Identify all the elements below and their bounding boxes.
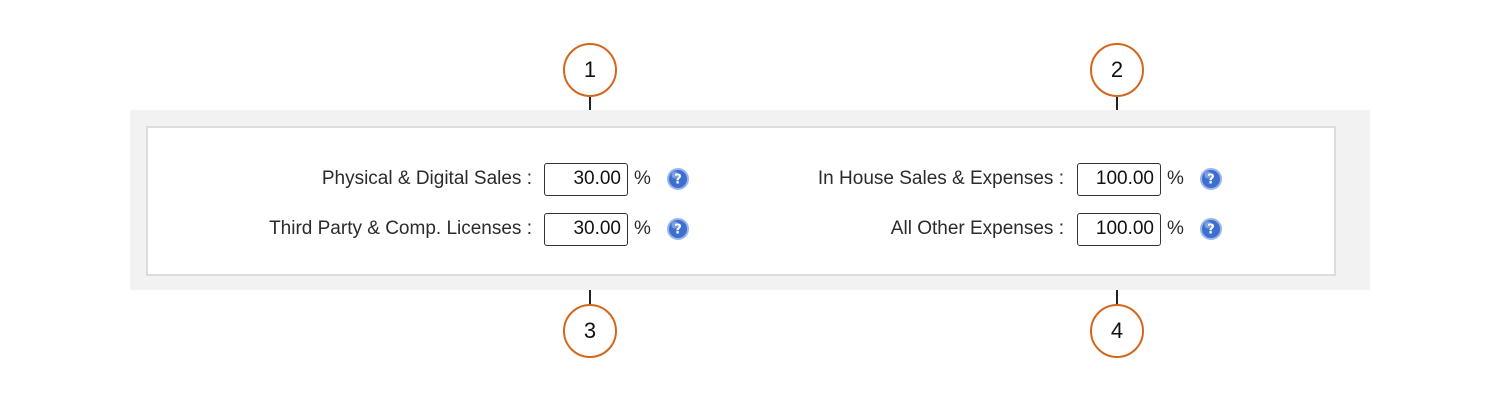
all-other-expenses-label: All Other Expenses : [890, 218, 1064, 239]
all-other-expenses-row: All Other Expenses : % ? [748, 212, 1222, 246]
third-party-licenses-input[interactable] [544, 212, 628, 246]
callout-1: 1 [563, 43, 617, 97]
svg-text:?: ? [1207, 223, 1215, 238]
all-other-expenses-input[interactable] [1077, 212, 1161, 246]
percent-unit: % [1167, 168, 1184, 189]
physical-digital-sales-label: Physical & Digital Sales : [321, 168, 532, 189]
help-icon[interactable]: ? [1199, 218, 1222, 240]
percent-unit: % [1167, 218, 1184, 239]
in-house-sales-expenses-label: In House Sales & Expenses : [817, 168, 1064, 189]
percentages-form: Physical & Digital Sales : % ? Third Par… [146, 126, 1336, 276]
settings-panel: Physical & Digital Sales : % ? Third Par… [130, 110, 1370, 290]
annotated-screenshot: Physical & Digital Sales : % ? Third Par… [0, 0, 1500, 400]
svg-text:?: ? [1207, 173, 1215, 188]
callout-4: 4 [1090, 304, 1144, 358]
help-icon[interactable]: ? [666, 168, 689, 190]
help-icon[interactable]: ? [666, 218, 689, 240]
help-icon[interactable]: ? [1199, 168, 1222, 190]
callout-3: 3 [563, 304, 617, 358]
svg-text:?: ? [674, 223, 682, 238]
in-house-sales-expenses-row: In House Sales & Expenses : % ? [748, 162, 1222, 196]
in-house-sales-expenses-input[interactable] [1077, 162, 1161, 196]
third-party-licenses-row: Third Party & Comp. Licenses : % ? [148, 212, 689, 246]
svg-text:?: ? [674, 173, 682, 188]
physical-digital-sales-row: Physical & Digital Sales : % ? [148, 162, 689, 196]
third-party-licenses-label: Third Party & Comp. Licenses : [269, 218, 532, 239]
percent-unit: % [634, 168, 651, 189]
physical-digital-sales-input[interactable] [544, 162, 628, 196]
percent-unit: % [634, 218, 651, 239]
callout-2: 2 [1090, 43, 1144, 97]
